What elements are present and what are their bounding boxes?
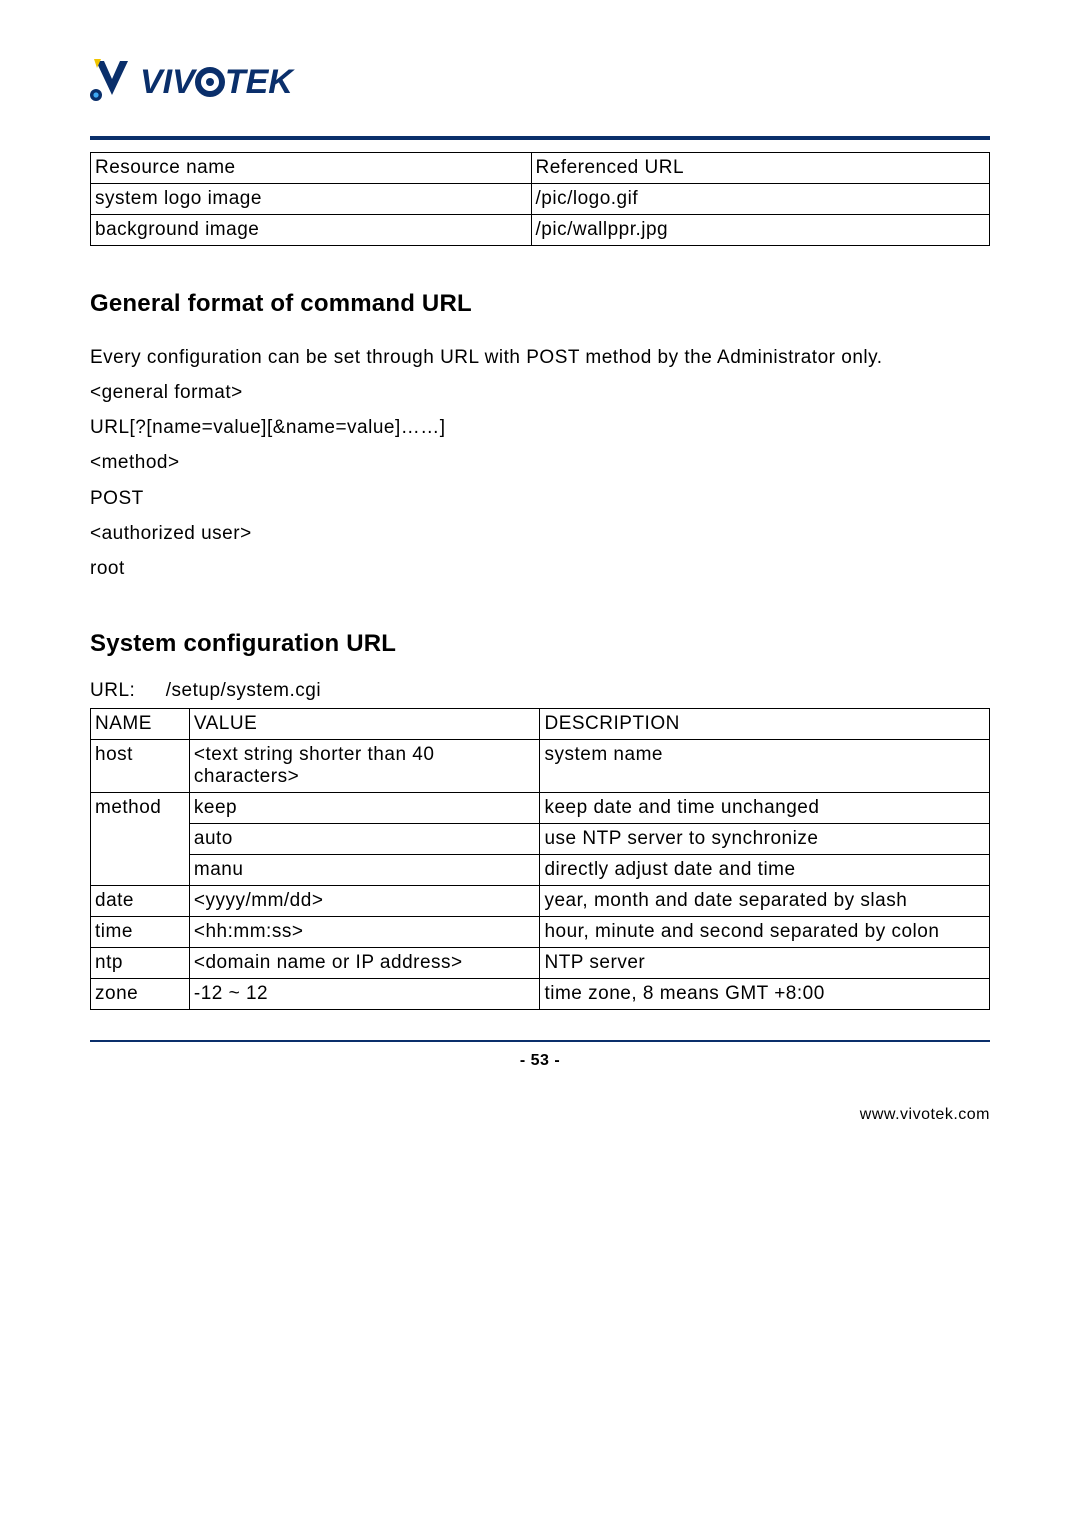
url-label: URL: [90, 680, 160, 702]
cell-text: system name [544, 744, 662, 765]
section-heading: System configuration URL [90, 630, 990, 658]
cell-text: zone [95, 983, 138, 1004]
table-row: ntp <domain name or IP address> NTP serv… [91, 947, 990, 978]
code-line: POST [90, 481, 990, 516]
document-page: VIV TEK Resource name Referenced URL sys… [0, 0, 1080, 1528]
body-paragraph: Every configuration can be set through U… [90, 340, 990, 375]
table-header: Resource name [95, 157, 236, 178]
cell-text: time zone, 8 means GMT +8:00 [544, 983, 824, 1004]
cell-text: auto [194, 828, 233, 849]
page-number: - 53 - [90, 1052, 990, 1070]
url-value: /setup/system.cgi [166, 680, 321, 701]
cell-text: host [95, 744, 133, 765]
table-row: time <hh:mm:ss> hour, minute and second … [91, 916, 990, 947]
table-row: manu directly adjust date and time [91, 854, 990, 885]
cell-text: use NTP server to synchronize [544, 828, 818, 849]
url-line: URL: /setup/system.cgi [90, 680, 990, 702]
cell-text: time [95, 921, 133, 942]
cell-text: /pic/logo.gif [536, 188, 639, 209]
cell-text: background image [95, 219, 259, 240]
section-heading: General format of command URL [90, 290, 990, 318]
cell-text: <domain name or IP address> [194, 952, 463, 973]
system-config-table: NAME VALUE DESCRIPTION host <text string… [90, 708, 990, 1010]
cell-text: year, month and date separated by slash [544, 890, 907, 911]
resource-table: Resource name Referenced URL system logo… [90, 152, 990, 246]
cell-text: hour, minute and second separated by col… [544, 921, 939, 942]
table-row: background image /pic/wallppr.jpg [91, 215, 990, 246]
table-row: NAME VALUE DESCRIPTION [91, 708, 990, 739]
cell-text: <yyyy/mm/dd> [194, 890, 324, 911]
code-line: URL[?[name=value][&name=value]……] [90, 410, 990, 445]
logo-mark-icon [90, 57, 132, 108]
table-row: zone -12 ~ 12 time zone, 8 means GMT +8:… [91, 978, 990, 1009]
table-header: DESCRIPTION [544, 713, 679, 734]
cell-text: manu [194, 859, 244, 880]
cell-text: <hh:mm:ss> [194, 921, 304, 942]
table-header: NAME [95, 713, 152, 734]
table-row: date <yyyy/mm/dd> year, month and date s… [91, 885, 990, 916]
logo-o-icon [195, 63, 225, 102]
code-line: <general format> [90, 375, 990, 410]
cell-text: keep [194, 797, 237, 818]
cell-text: NTP server [544, 952, 645, 973]
cell-text: method [95, 797, 161, 818]
table-row: host <text string shorter than 40 charac… [91, 739, 990, 792]
cell-text: system logo image [95, 188, 262, 209]
table-header: Referenced URL [536, 157, 685, 178]
table-row: system logo image /pic/logo.gif [91, 184, 990, 215]
cell-text: /pic/wallppr.jpg [536, 219, 669, 240]
cell-text: -12 ~ 12 [194, 983, 268, 1004]
code-line: <method> [90, 445, 990, 480]
table-row: Resource name Referenced URL [91, 153, 990, 184]
bottom-divider [90, 1040, 990, 1042]
cell-text: <text string shorter than 40 characters> [194, 744, 435, 787]
brand-logo: VIV TEK [90, 56, 990, 108]
table-row: method keep keep date and time unchanged [91, 792, 990, 823]
cell-text: ntp [95, 952, 123, 973]
code-line: root [90, 551, 990, 586]
logo-wordmark-text-2: TEK [225, 63, 293, 102]
logo-wordmark-text: VIV [140, 63, 195, 102]
cell-text: directly adjust date and time [544, 859, 795, 880]
cell-text: date [95, 890, 134, 911]
table-header: VALUE [194, 713, 257, 734]
code-line: <authorized user> [90, 516, 990, 551]
table-row: auto use NTP server to synchronize [91, 823, 990, 854]
cell-text: keep date and time unchanged [544, 797, 819, 818]
logo-wordmark: VIV TEK [140, 63, 293, 102]
code-block: <general format> URL[?[name=value][&name… [90, 375, 990, 586]
footer-url: www.vivotek.com [90, 1106, 990, 1124]
top-divider [90, 136, 990, 140]
